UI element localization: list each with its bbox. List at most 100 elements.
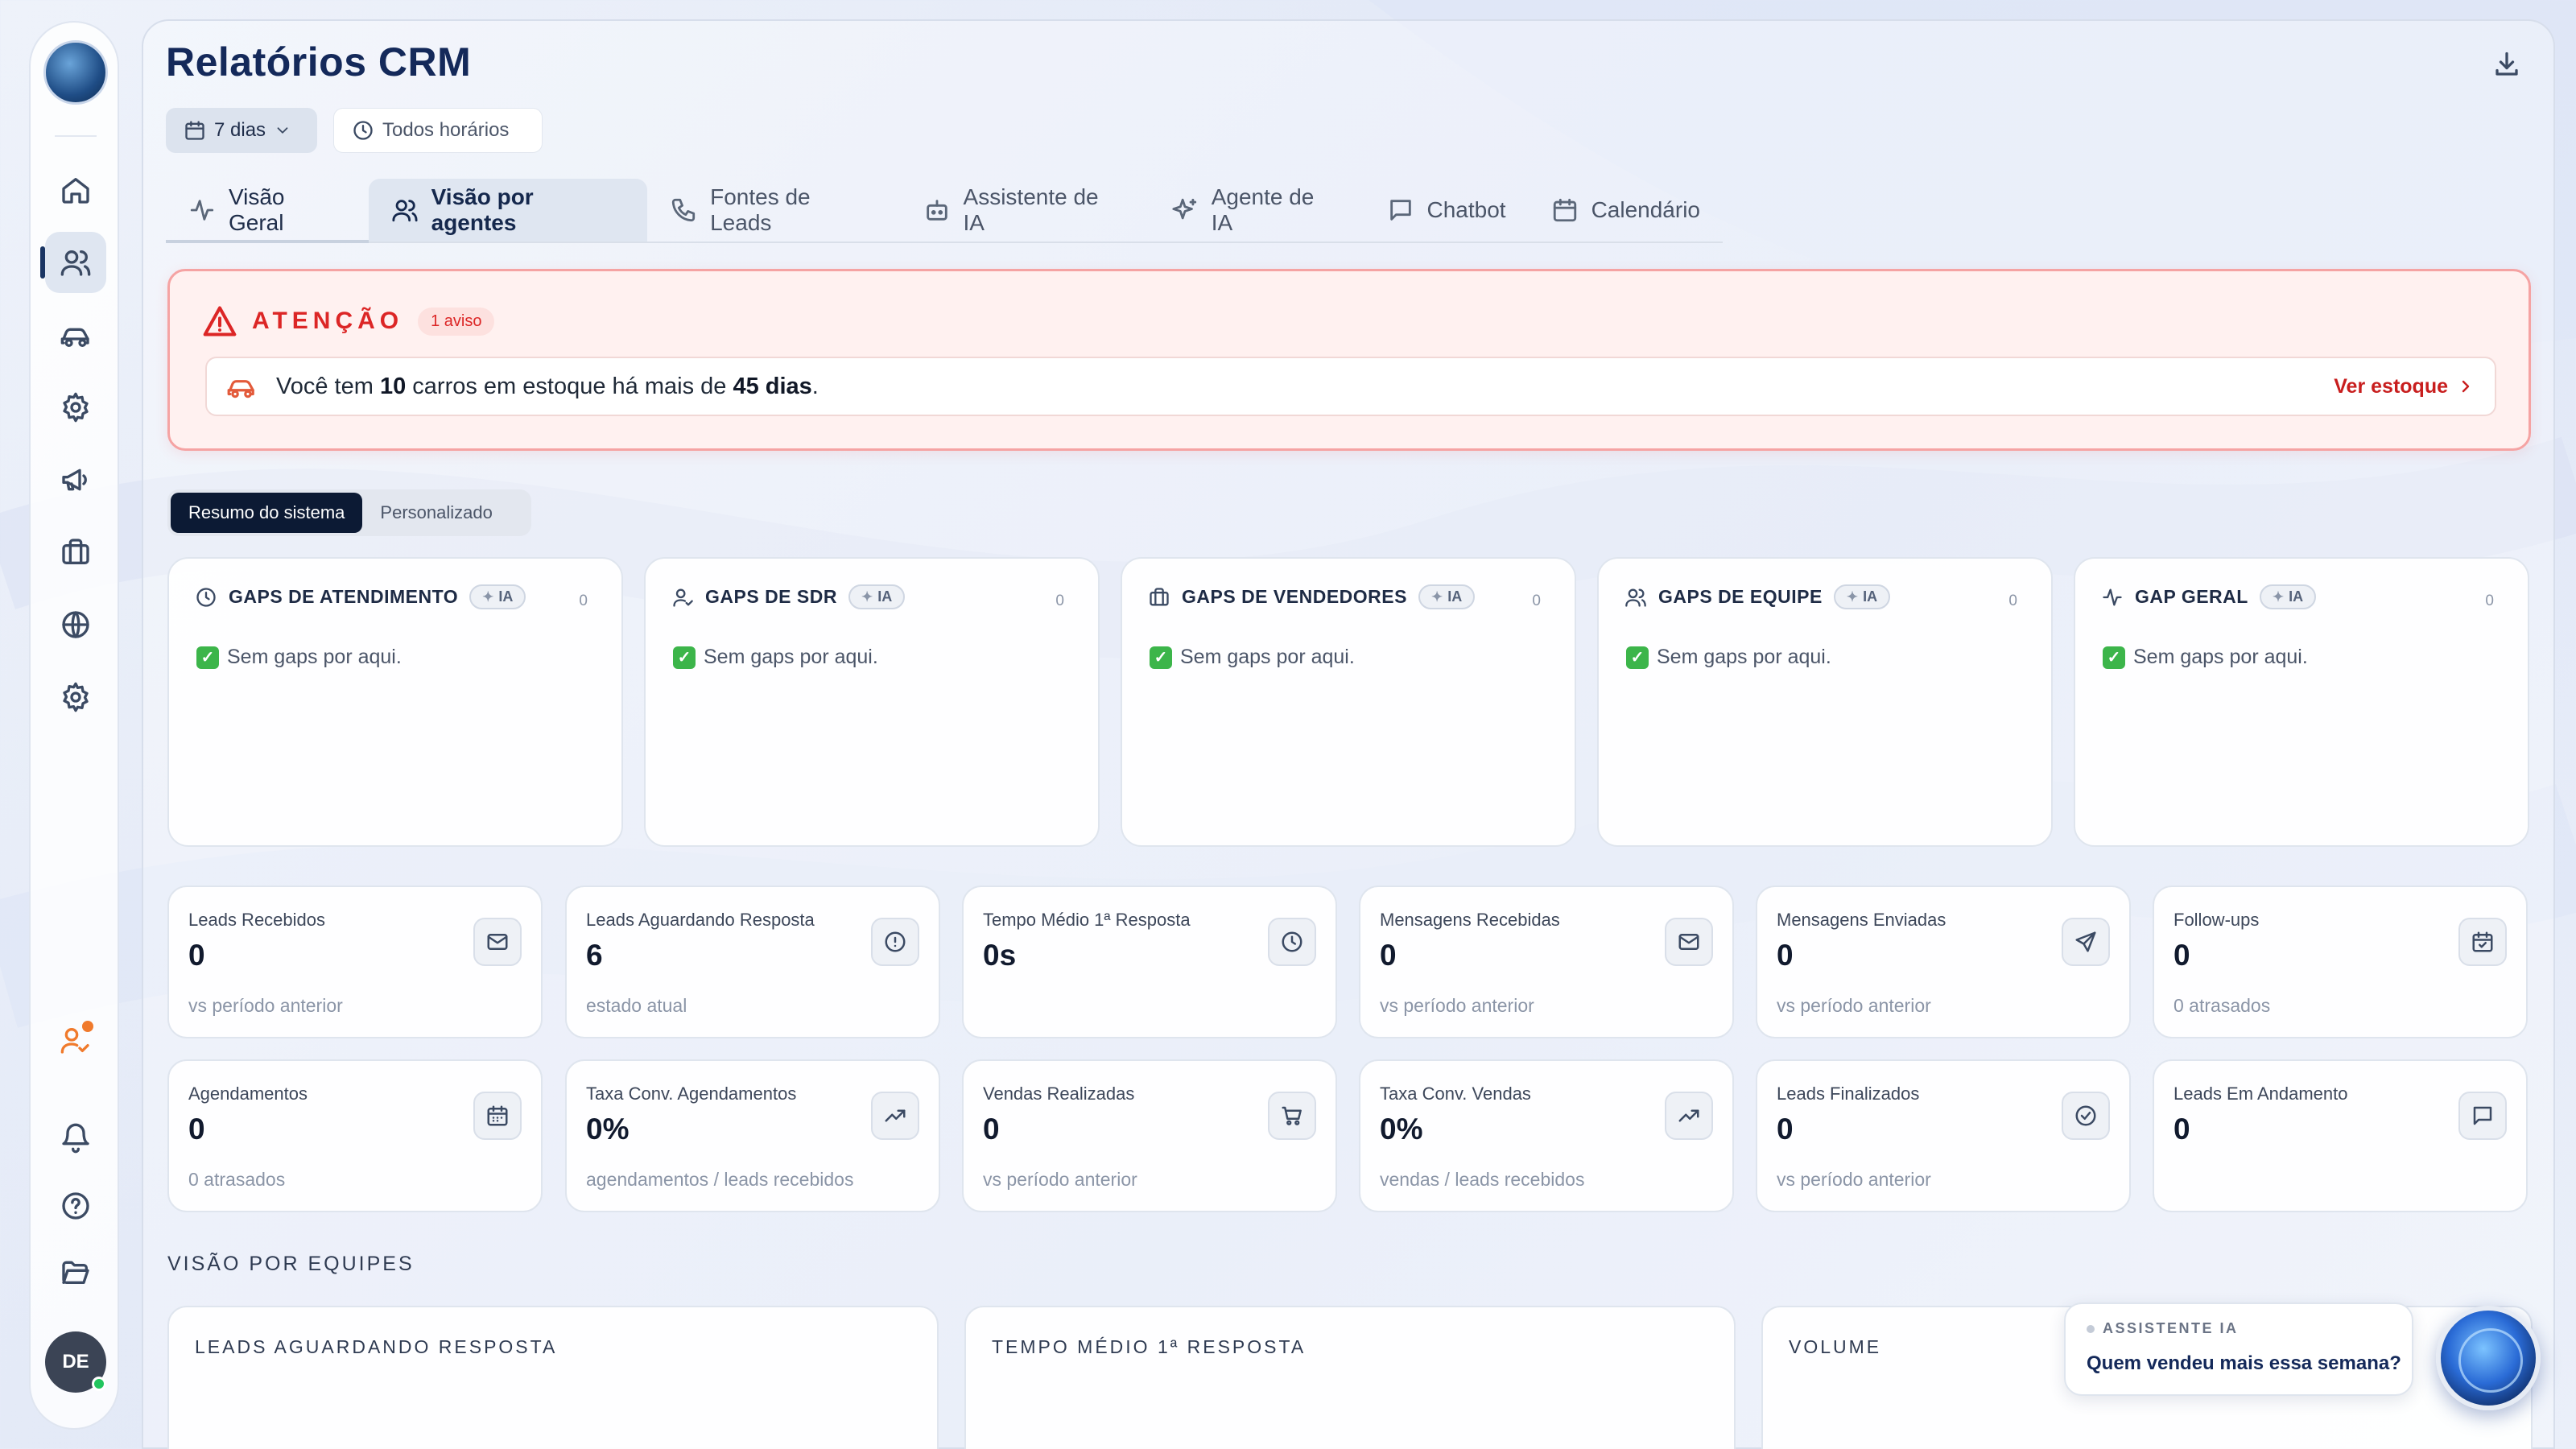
metric-icon-box: [871, 918, 919, 966]
metric-label: Taxa Conv. Vendas: [1380, 1084, 1531, 1104]
car-icon: [227, 380, 254, 398]
assistant-label: ASSISTENTE IA: [2087, 1320, 2239, 1337]
metric-mensagens-recebidas: Mensagens Recebidas 0 vs período anterio…: [1359, 886, 1734, 1038]
ia-label: IA: [877, 588, 893, 605]
home-nav[interactable]: [45, 159, 106, 221]
metric-value: 0: [1777, 939, 1794, 972]
gap-empty-text: Sem gaps por aqui.: [1180, 646, 1355, 668]
check-circle-icon: [2075, 1105, 2096, 1126]
sparkles-icon: [1172, 198, 1196, 220]
chevron-right-icon: [2462, 380, 2470, 393]
hours-value: Todos horários: [382, 119, 510, 141]
app-logo[interactable]: [43, 40, 108, 105]
campaigns-nav[interactable]: [45, 449, 106, 510]
gap-empty-state: ✓ Sem gaps por aqui.: [196, 646, 402, 669]
system-summary-option[interactable]: Resumo do sistema: [171, 493, 363, 533]
download-button[interactable]: [2492, 50, 2524, 82]
gap-card-sdr: GAPS DE SDR ✦ IA 0 ✓ Sem gaps por aqui.: [644, 557, 1100, 847]
users-nav[interactable]: [40, 232, 106, 293]
ai-assistant-button[interactable]: [2436, 1306, 2541, 1410]
tab-calendario[interactable]: Calendário: [1529, 179, 1723, 242]
check-icon: ✓: [196, 646, 219, 669]
gap-card-geral: GAP GERAL ✦ IA 0 ✓ Sem gaps por aqui.: [2074, 557, 2529, 847]
metric-icon-box: [871, 1092, 919, 1140]
metric-value: 0: [188, 939, 205, 972]
gap-count: 0: [1055, 592, 1064, 609]
tab-visao-por-agentes[interactable]: Visão por agentes: [368, 179, 648, 242]
metric-vendas-realizadas: Vendas Realizadas 0 vs período anterior: [962, 1059, 1337, 1212]
sparkle-icon: ✦: [1846, 588, 1859, 605]
team-activity-nav[interactable]: [45, 1009, 106, 1071]
calendar-check-icon: [2472, 931, 2493, 952]
gap-title: GAP GERAL: [2135, 586, 2248, 607]
files-nav[interactable]: [45, 1241, 106, 1302]
tab-label: Calendário: [1591, 197, 1700, 222]
sidebar: DE: [29, 21, 119, 1430]
chevron-down-icon: [277, 127, 288, 134]
cars-nav[interactable]: [45, 304, 106, 365]
calendar-icon: [487, 1105, 508, 1126]
sidebar-divider: [55, 135, 97, 137]
metric-icon-box: [1665, 918, 1713, 966]
custom-option[interactable]: Personalizado: [362, 493, 510, 533]
metric-icon-box: [2062, 1092, 2110, 1140]
user-avatar[interactable]: DE: [45, 1331, 106, 1393]
metric-mensagens-enviadas: Mensagens Enviadas 0 vs período anterior: [1756, 886, 2131, 1038]
metric-leads-aguardando: Leads Aguardando Resposta 6 estado atual: [565, 886, 940, 1038]
metric-subtext: vs período anterior: [1380, 995, 1534, 1016]
activity-icon: [2103, 588, 2122, 605]
gap-empty-text: Sem gaps por aqui.: [704, 646, 878, 668]
tab-agente-de-ia[interactable]: Agente de IA: [1149, 179, 1364, 242]
portfolio-nav[interactable]: [45, 522, 106, 583]
briefcase-icon: [62, 539, 89, 564]
metric-value: 0: [2174, 939, 2190, 972]
help-circle-icon: [62, 1192, 89, 1220]
alert-message-row[interactable]: Você tem 10 carros em estoque há mais de…: [205, 357, 2496, 416]
gear-icon: [63, 392, 89, 423]
phone-icon: [671, 198, 696, 222]
tab-assistente-de-ia[interactable]: Assistente de IA: [901, 179, 1149, 242]
gap-count: 0: [2008, 592, 2017, 609]
globe-icon: [62, 611, 89, 638]
web-nav[interactable]: [45, 594, 106, 655]
metric-value: 6: [586, 939, 603, 972]
activity-icon: [190, 200, 214, 221]
gap-card-header: GAPS DE EQUIPE ✦ IA: [1624, 584, 1891, 609]
home-icon: [62, 178, 89, 204]
metric-subtext: 0 atrasados: [2174, 995, 2271, 1016]
tab-label: Assistente de IA: [963, 184, 1099, 235]
admin-settings-nav[interactable]: [45, 667, 106, 728]
metric-subtext: 0 atrasados: [188, 1169, 286, 1190]
teams-section-title: VISÃO POR EQUIPES: [167, 1253, 415, 1275]
help-nav[interactable]: [45, 1175, 106, 1236]
report-tabs: Visão Geral Visão por agentes Fontes de …: [166, 179, 1723, 243]
tab-label: Fontes de Leads: [710, 184, 811, 235]
tab-visao-geral[interactable]: Visão Geral: [166, 179, 369, 243]
gap-card-header: GAPS DE ATENDIMENTO ✦ IA: [195, 584, 526, 609]
trending-up-icon: [885, 1109, 906, 1122]
ia-badge: ✦ IA: [2259, 584, 2317, 609]
metric-subtext: agendamentos / leads recebidos: [586, 1169, 854, 1190]
tab-fontes-de-leads[interactable]: Fontes de Leads: [647, 179, 900, 242]
gear-icon: [63, 682, 89, 712]
notifications-nav[interactable]: [45, 1108, 106, 1169]
mail-icon: [1678, 934, 1699, 950]
period-select[interactable]: 7 dias: [166, 108, 317, 153]
calendar-icon: [1553, 198, 1576, 222]
metric-subtext: vs período anterior: [1777, 995, 1931, 1016]
metric-subtext: vs período anterior: [1777, 1169, 1931, 1190]
hours-select[interactable]: Todos horários: [333, 108, 543, 153]
settings-nav[interactable]: [45, 377, 106, 438]
gap-title: GAPS DE SDR: [705, 586, 837, 607]
check-icon: ✓: [673, 646, 696, 669]
tab-chatbot[interactable]: Chatbot: [1364, 179, 1529, 242]
ver-estoque-link[interactable]: Ver estoque: [2334, 375, 2475, 398]
ia-badge: ✦ IA: [1418, 584, 1476, 609]
gap-count: 0: [579, 592, 588, 609]
check-icon: ✓: [1150, 646, 1172, 669]
check-icon: ✓: [1626, 646, 1649, 669]
gap-card-vendedores: GAPS DE VENDEDORES ✦ IA 0 ✓ Sem gaps por a…: [1121, 557, 1576, 847]
ai-assistant-prompt[interactable]: ASSISTENTE IA Quem vendeu mais essa sema…: [2064, 1302, 2413, 1396]
metric-label: Mensagens Enviadas: [1777, 910, 1946, 930]
sparkle-icon: ✦: [861, 588, 873, 605]
